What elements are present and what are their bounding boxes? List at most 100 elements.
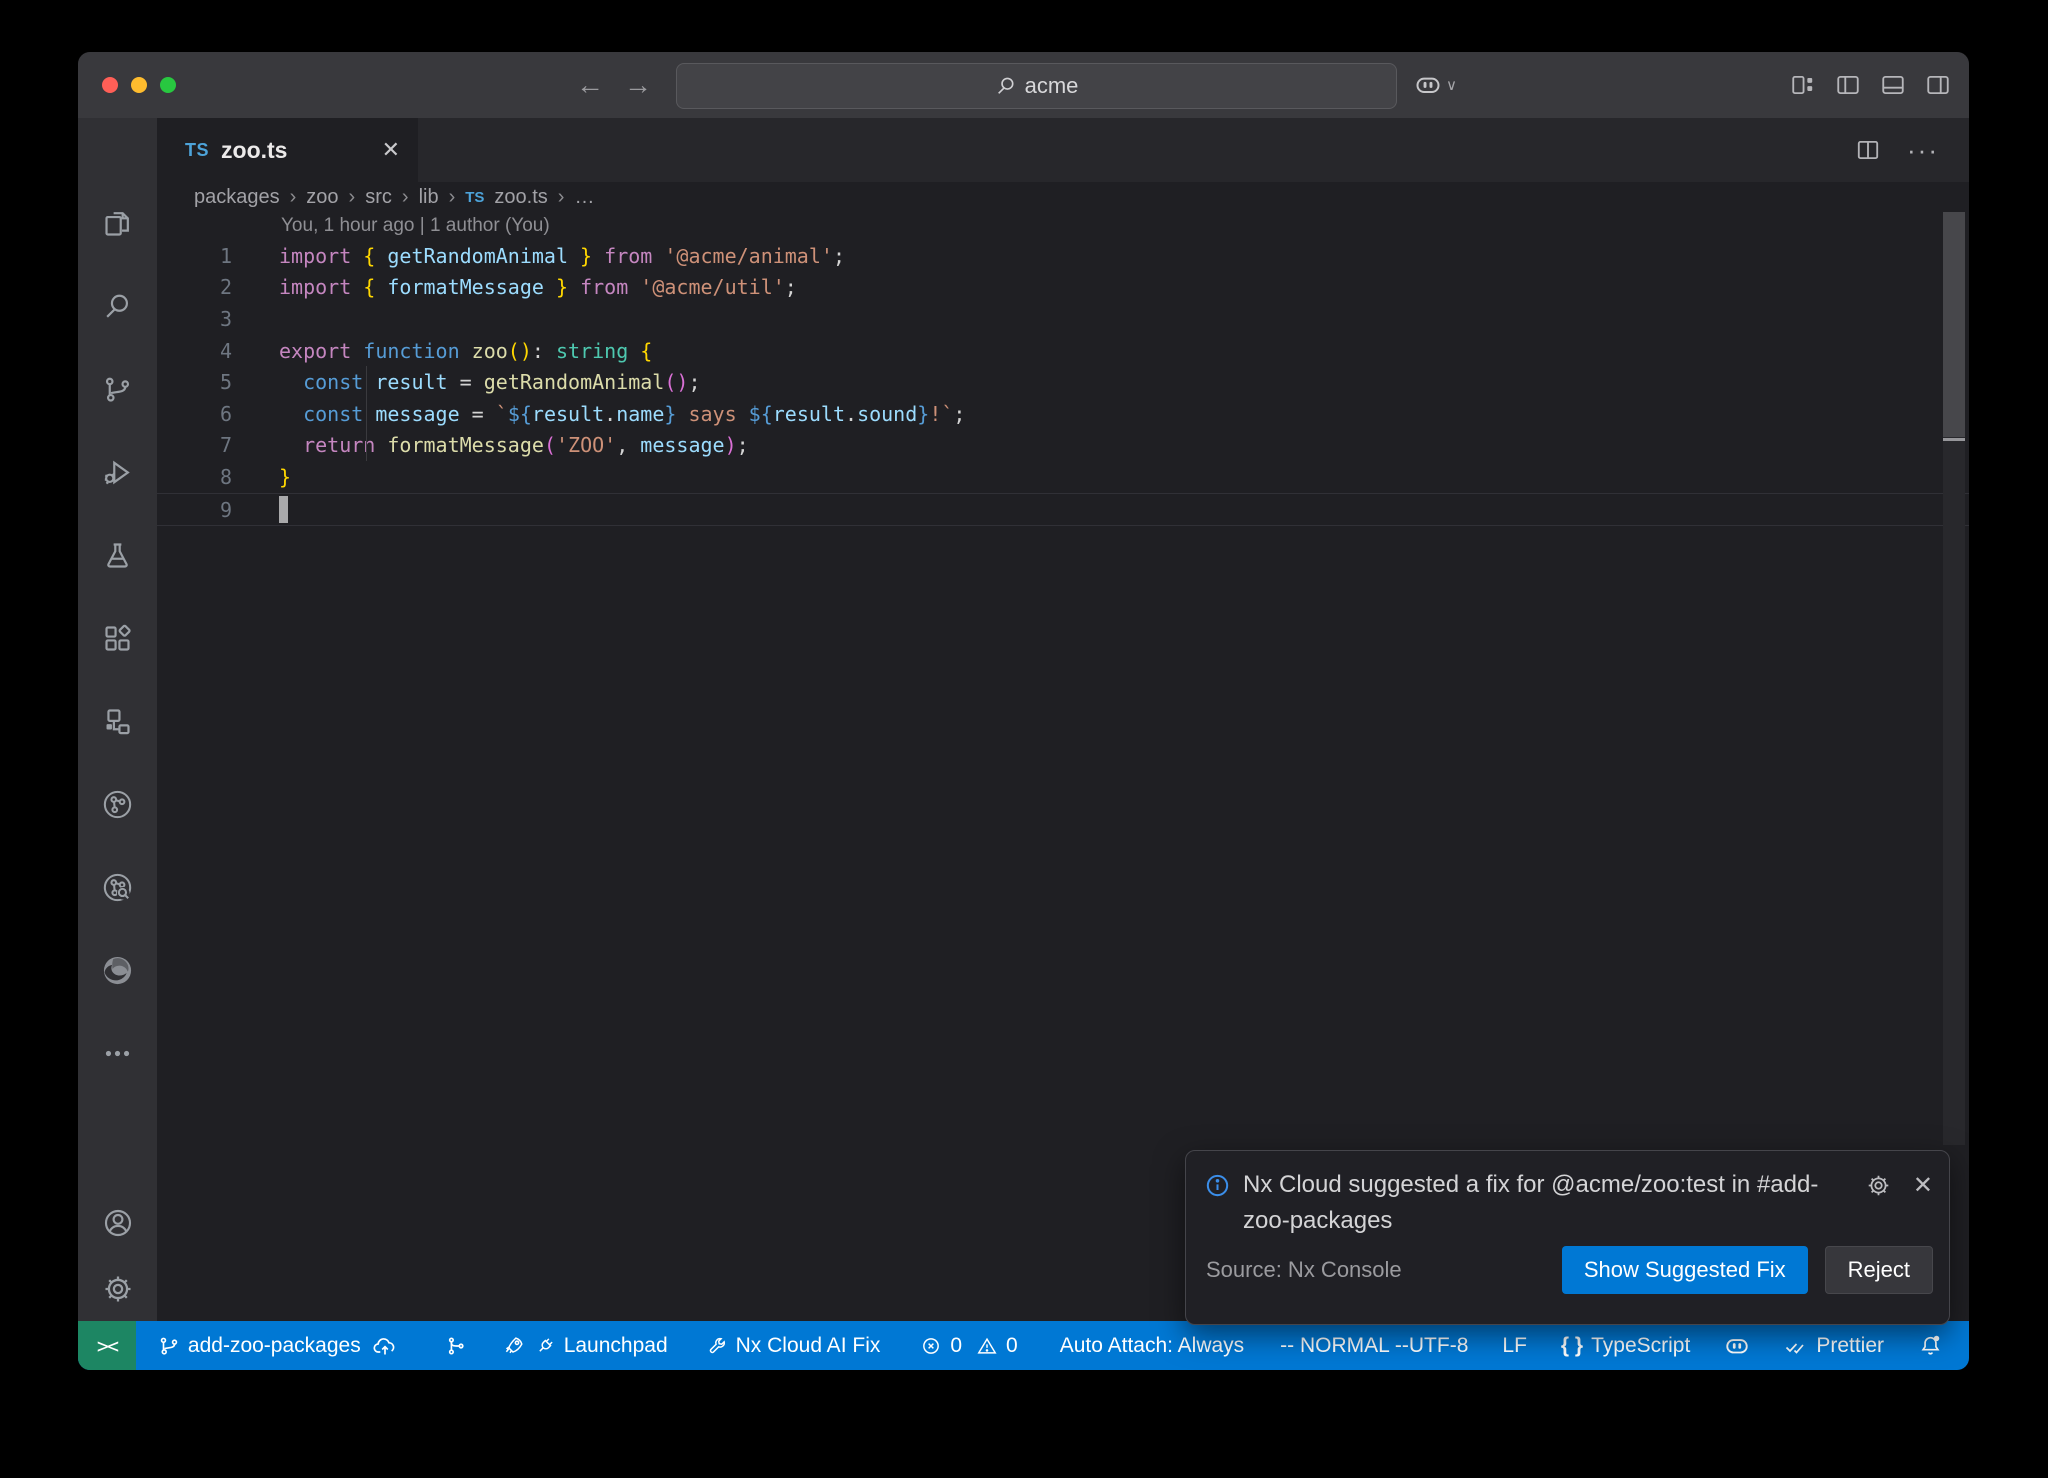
launchpad-label: Launchpad xyxy=(564,1334,668,1358)
code-line[interactable]: 2import { formatMessage } from '@acme/ut… xyxy=(157,272,1969,304)
breadcrumb-symbol-ellipsis[interactable]: … xyxy=(574,186,594,209)
notification-toast: Nx Cloud suggested a fix for @acme/zoo:t… xyxy=(1185,1150,1950,1325)
copilot-status-icon[interactable] xyxy=(1724,1333,1750,1359)
toggle-primary-sidebar-icon[interactable] xyxy=(1835,72,1861,98)
vscode-window: ← → acme ∨ xyxy=(78,52,1969,1370)
forward-button[interactable]: → xyxy=(624,69,652,101)
plug-icon xyxy=(534,1335,556,1357)
search-icon xyxy=(995,75,1017,97)
minimize-window-button[interactable] xyxy=(131,77,147,93)
chevron-down-icon[interactable]: ∨ xyxy=(1446,76,1457,94)
language-item[interactable]: { } TypeScript xyxy=(1561,1334,1690,1358)
notifications-bell-icon[interactable] xyxy=(1918,1333,1943,1358)
editor-scrollbar[interactable] xyxy=(1943,212,1965,1145)
auto-attach-item[interactable]: Auto Attach: Always xyxy=(1060,1334,1244,1358)
notification-settings-gear-icon[interactable] xyxy=(1866,1173,1891,1198)
code-line[interactable]: 8} xyxy=(157,461,1969,493)
indent-guide xyxy=(366,366,367,461)
split-editor-icon[interactable] xyxy=(1855,137,1881,163)
toggle-secondary-sidebar-icon[interactable] xyxy=(1925,72,1951,98)
code-line[interactable]: 1import { getRandomAnimal } from '@acme/… xyxy=(157,240,1969,272)
command-center-search[interactable]: acme xyxy=(676,63,1397,109)
notification-close-icon[interactable]: ✕ xyxy=(1913,1171,1933,1200)
source-control-icon[interactable] xyxy=(78,348,157,431)
back-button[interactable]: ← xyxy=(576,69,604,101)
close-tab-icon[interactable]: ✕ xyxy=(382,137,400,163)
titlebar: ← → acme ∨ xyxy=(78,52,1969,118)
launchpad-item[interactable]: Launchpad xyxy=(503,1334,668,1358)
notification-message: Nx Cloud suggested a fix for @acme/zoo:t… xyxy=(1243,1167,1854,1239)
reject-button[interactable]: Reject xyxy=(1825,1246,1933,1294)
git-graph-item[interactable] xyxy=(445,1335,467,1357)
explorer-icon[interactable] xyxy=(78,182,157,265)
tab-zoo-ts[interactable]: TS zoo.ts ✕ xyxy=(157,118,418,182)
close-window-button[interactable] xyxy=(102,77,118,93)
breadcrumb-file[interactable]: zoo.ts xyxy=(494,186,547,209)
formatter-item[interactable]: Prettier xyxy=(1784,1334,1884,1358)
branch-icon xyxy=(158,1335,180,1357)
eol-item[interactable]: LF xyxy=(1502,1334,1527,1358)
breadcrumb-separator: › xyxy=(558,186,565,209)
overview-ruler-cursor xyxy=(1943,438,1965,441)
wrench-icon xyxy=(706,1335,728,1357)
encoding-item[interactable]: UTF-8 xyxy=(1409,1334,1469,1358)
remote-indicator[interactable]: >< xyxy=(78,1321,136,1370)
line-number: 5 xyxy=(157,370,232,394)
copilot-icon[interactable] xyxy=(1414,71,1442,99)
line-number: 3 xyxy=(157,307,232,331)
code-line[interactable]: 9 xyxy=(157,493,1969,527)
search-view-icon[interactable] xyxy=(78,265,157,348)
breadcrumb-item[interactable]: zoo xyxy=(306,186,338,209)
maximize-window-button[interactable] xyxy=(160,77,176,93)
line-number: 6 xyxy=(157,402,232,426)
breadcrumb-separator: › xyxy=(449,186,456,209)
warning-icon xyxy=(976,1335,998,1357)
show-suggested-fix-button[interactable]: Show Suggested Fix xyxy=(1562,1246,1808,1294)
account-icon[interactable] xyxy=(102,1207,134,1239)
code-lines: 1import { getRandomAnimal } from '@acme/… xyxy=(157,240,1969,526)
run-debug-icon[interactable] xyxy=(78,431,157,514)
scrollbar-slider[interactable] xyxy=(1943,212,1965,437)
settings-gear-icon[interactable] xyxy=(102,1273,134,1305)
breadcrumb-item[interactable]: src xyxy=(365,186,392,209)
problems-item[interactable]: 0 0 xyxy=(920,1334,1017,1358)
typescript-file-icon: TS xyxy=(185,140,209,161)
code-line[interactable]: 5 const result = getRandomAnimal(); xyxy=(157,366,1969,398)
toggle-panel-icon[interactable] xyxy=(1880,72,1906,98)
git-blame-annotation: You, 1 hour ago | 1 author (You) xyxy=(157,212,1969,240)
breadcrumb-separator: › xyxy=(349,186,356,209)
vim-mode-item[interactable]: -- NORMAL -- xyxy=(1280,1334,1409,1358)
code-line[interactable]: 7 return formatMessage('ZOO', message); xyxy=(157,430,1969,462)
code-line[interactable]: 3 xyxy=(157,303,1969,335)
double-check-icon xyxy=(1784,1334,1808,1358)
code-line[interactable]: 4export function zoo(): string { xyxy=(157,335,1969,367)
activity-bar xyxy=(78,118,157,1321)
publish-cloud-icon xyxy=(373,1334,397,1358)
customize-layout-icon[interactable] xyxy=(1790,72,1816,98)
line-number: 4 xyxy=(157,339,232,363)
breadcrumb-item[interactable]: lib xyxy=(419,186,439,209)
branch-label: add-zoo-packages xyxy=(188,1334,361,1358)
typescript-file-icon: TS xyxy=(465,189,484,206)
nx-cloud-icon[interactable] xyxy=(78,846,157,929)
info-icon xyxy=(1204,1167,1231,1199)
code-line[interactable]: 6 const message = `${result.name} says $… xyxy=(157,398,1969,430)
testing-icon[interactable] xyxy=(78,514,157,597)
line-number: 2 xyxy=(157,275,232,299)
breadcrumb-separator: › xyxy=(402,186,409,209)
nx-cloud-fix-item[interactable]: Nx Cloud AI Fix xyxy=(706,1334,881,1358)
error-icon xyxy=(920,1335,942,1357)
status-bar: >< add-zoo-packages xyxy=(78,1321,1969,1370)
line-number: 8 xyxy=(157,465,232,489)
project-structure-icon[interactable] xyxy=(78,680,157,763)
extensions-icon[interactable] xyxy=(78,597,157,680)
breadcrumbs: packages › zoo › src › lib › TS zoo.ts ›… xyxy=(157,182,1969,212)
line-number: 9 xyxy=(157,498,232,522)
nx-console-icon[interactable] xyxy=(78,763,157,846)
git-branch-item[interactable]: add-zoo-packages xyxy=(158,1334,397,1358)
text-cursor xyxy=(279,496,288,523)
edge-devtools-icon[interactable] xyxy=(78,929,157,1012)
breadcrumb-item[interactable]: packages xyxy=(194,186,280,209)
more-views-icon[interactable] xyxy=(78,1012,157,1095)
line-number: 1 xyxy=(157,244,232,268)
